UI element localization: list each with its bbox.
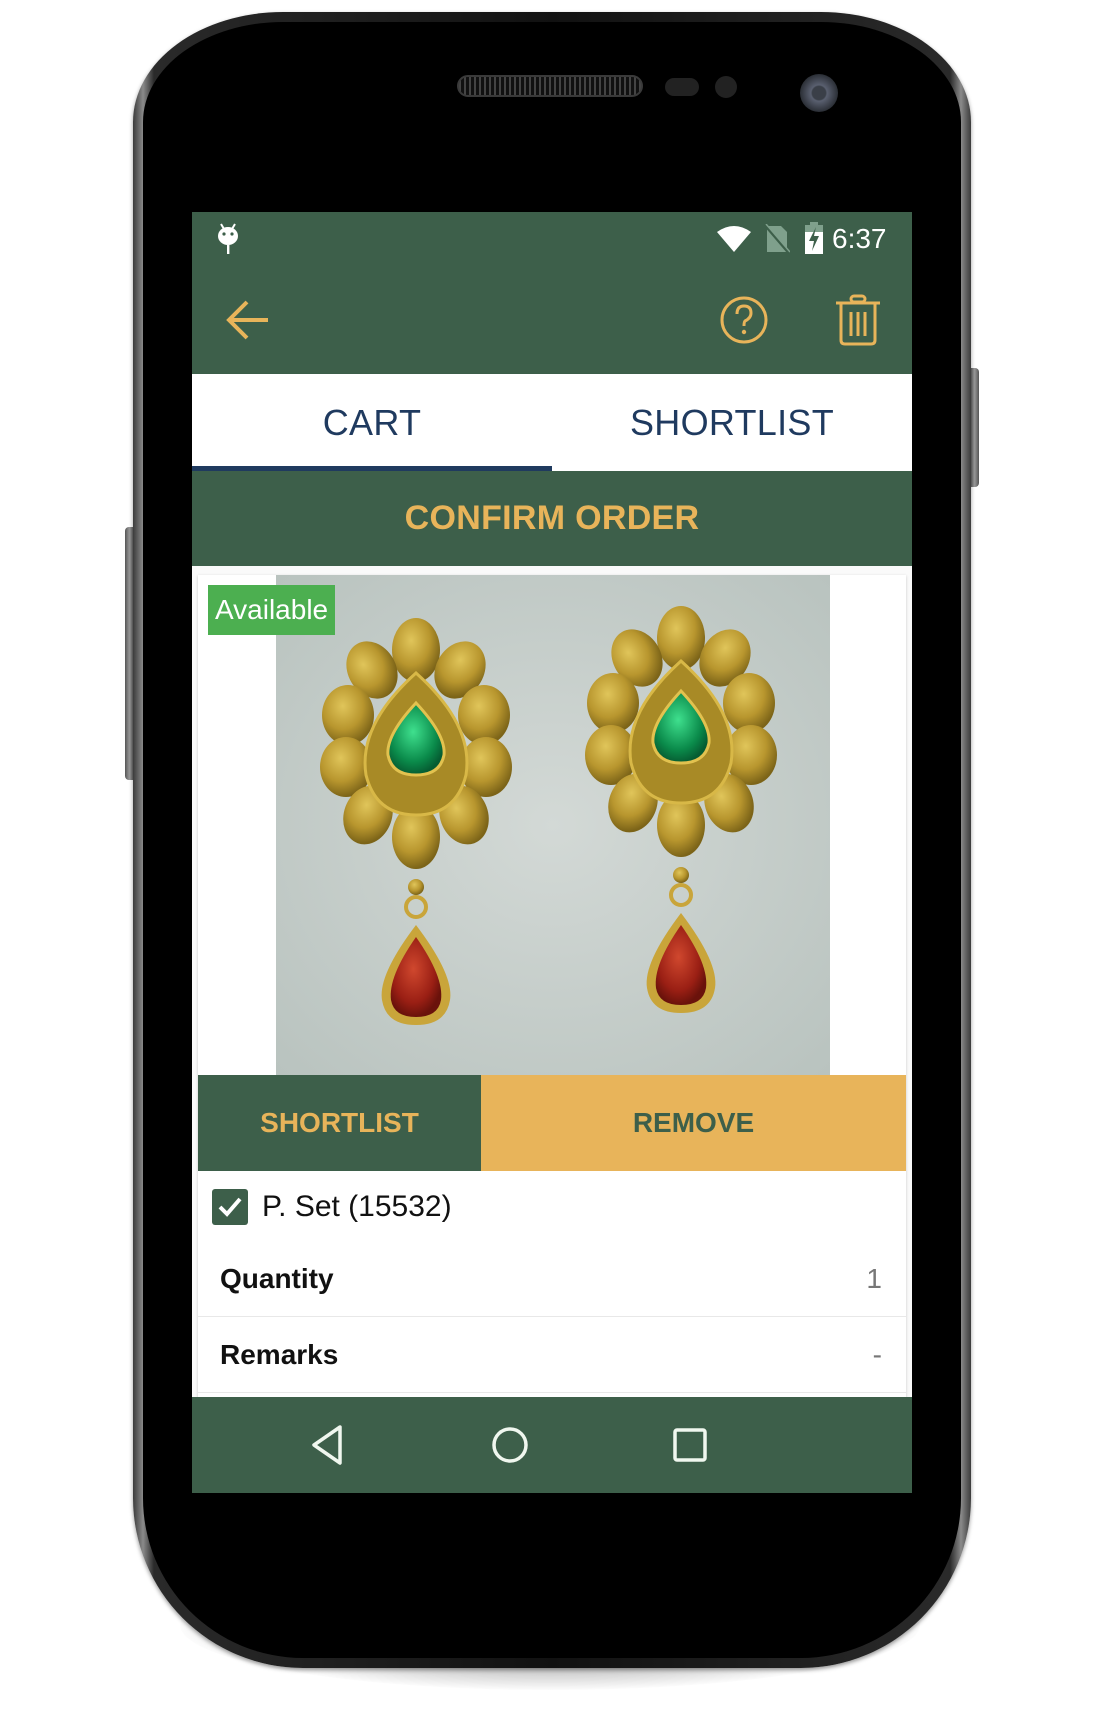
status-time: 6:37 bbox=[832, 223, 887, 254]
availability-badge: Available bbox=[208, 585, 336, 635]
confirm-order-button[interactable]: CONFIRM ORDER bbox=[192, 471, 912, 566]
shortlist-button[interactable]: SHORTLIST bbox=[198, 1075, 481, 1171]
item-select-row: P. Set (15532) bbox=[198, 1171, 906, 1241]
nav-recents-button[interactable] bbox=[666, 1421, 714, 1469]
battery-charging-icon bbox=[805, 222, 823, 254]
tab-cart[interactable]: CART bbox=[192, 374, 552, 471]
item-checkbox[interactable] bbox=[212, 1189, 248, 1225]
status-bar: 6:37 bbox=[192, 212, 912, 270]
remarks-label: Remarks bbox=[220, 1339, 339, 1370]
remarks-row[interactable]: Remarks - bbox=[198, 1317, 906, 1393]
quantity-row[interactable]: Quantity 1 bbox=[198, 1241, 906, 1317]
no-sim-icon bbox=[764, 224, 790, 254]
delete-button[interactable] bbox=[828, 290, 888, 350]
quantity-value: 1 bbox=[866, 1263, 882, 1294]
arrow-left-icon bbox=[226, 300, 268, 340]
trash-icon bbox=[836, 294, 880, 346]
remarks-value: - bbox=[872, 1339, 882, 1370]
toolbar bbox=[192, 270, 912, 374]
earrings-illustration bbox=[276, 575, 830, 1075]
proximity-sensor bbox=[665, 78, 699, 96]
nav-recents-icon bbox=[673, 1428, 707, 1462]
light-sensor bbox=[715, 76, 737, 98]
nav-home-button[interactable] bbox=[486, 1421, 534, 1469]
system-nav-bar bbox=[192, 1397, 912, 1493]
back-button[interactable] bbox=[220, 292, 276, 348]
remove-button[interactable]: REMOVE bbox=[481, 1075, 906, 1171]
nav-back-button[interactable] bbox=[304, 1421, 352, 1469]
power-button bbox=[970, 368, 979, 487]
front-camera bbox=[800, 74, 838, 112]
android-debug-icon bbox=[218, 223, 238, 254]
item-name: P. Set (15532) bbox=[262, 1190, 452, 1223]
quantity-label: Quantity bbox=[220, 1263, 334, 1294]
help-button[interactable] bbox=[714, 290, 774, 350]
help-circle-icon bbox=[720, 296, 768, 344]
product-image[interactable] bbox=[276, 575, 830, 1075]
tab-bar: CART SHORTLIST bbox=[192, 374, 912, 471]
checkmark-icon bbox=[218, 1197, 242, 1217]
tab-shortlist[interactable]: SHORTLIST bbox=[552, 374, 912, 471]
item-actions: SHORTLIST REMOVE bbox=[198, 1075, 906, 1171]
wifi-icon bbox=[717, 226, 751, 252]
cart-item-card: Available SHORTLIST REMOVE P. Set (15532… bbox=[198, 575, 906, 1405]
earpiece-speaker bbox=[457, 75, 643, 97]
nav-back-icon bbox=[312, 1425, 342, 1465]
nav-home-icon bbox=[492, 1427, 528, 1463]
app-screen: 6:37 CART SHORTLIST CONFIRM ORDER Availa… bbox=[192, 212, 912, 1493]
